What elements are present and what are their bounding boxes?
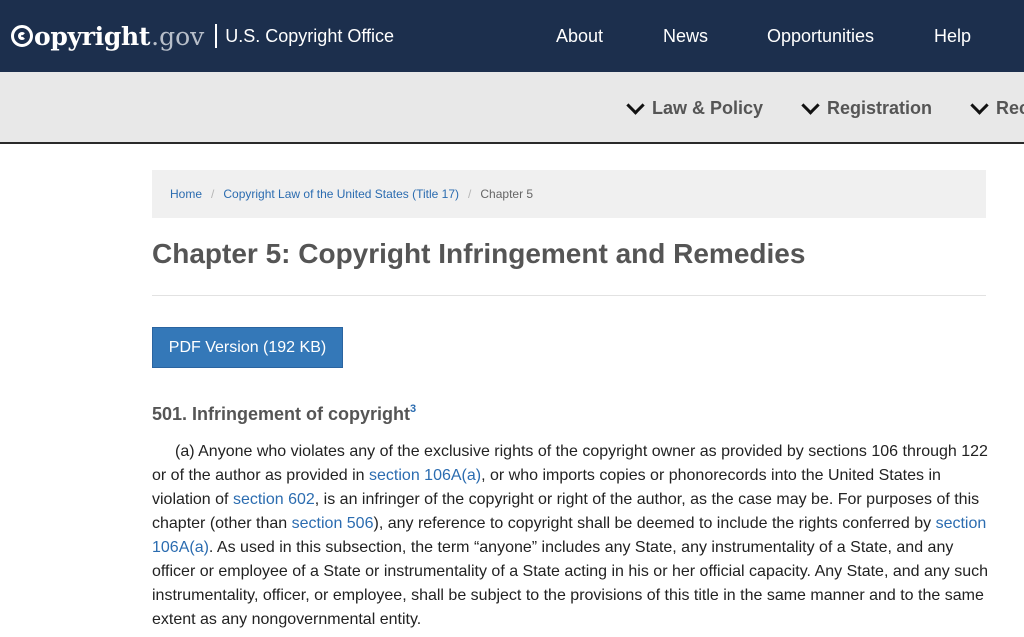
subnav-registration-label: Registration [827, 98, 933, 118]
office-name: U.S. Copyright Office [225, 25, 395, 46]
section-heading-text: 501. Infringement of copyright [152, 404, 411, 424]
chevron-down-icon [801, 96, 820, 115]
nav-help[interactable]: Help [934, 26, 971, 47]
nav-opportunities[interactable]: Opportunities [767, 26, 874, 47]
section-heading: 501. Infringement of copyright3 [152, 403, 416, 425]
copyright-c-icon [11, 24, 33, 47]
section-paragraph: (a) Anyone who violates any of the exclu… [152, 440, 988, 632]
logo-tld: .gov [151, 21, 205, 51]
breadcrumb-separator: / [468, 187, 472, 201]
copyright-logo-mark: opyright [11, 22, 150, 51]
nav-about[interactable]: About [556, 26, 603, 47]
secondary-nav: Law & Policy Registration Rec [0, 72, 1024, 144]
page-title: Chapter 5: Copyright Infringement and Re… [152, 238, 806, 269]
chevron-down-icon [626, 96, 645, 115]
logo-wordmark: opyright [34, 21, 151, 51]
nav-news[interactable]: News [663, 26, 708, 47]
section-506-link[interactable]: section 506 [292, 515, 374, 532]
footnote-link[interactable]: 3 [410, 403, 416, 415]
breadcrumb: Home / Copyright Law of the United State… [152, 170, 986, 218]
paragraph-text: ), any reference to copyright shall be d… [373, 515, 936, 532]
logo-divider [215, 24, 218, 48]
site-logo[interactable]: opyright .gov U.S. Copyright Office [11, 18, 394, 54]
chevron-down-icon [970, 96, 989, 115]
section-106a-link[interactable]: section 106A(a) [369, 467, 481, 484]
subnav-recordation-label: Rec [996, 98, 1024, 118]
title-divider [152, 295, 986, 296]
subnav-law-policy-label: Law & Policy [652, 98, 764, 118]
site-header: opyright .gov U.S. Copyright Office About… [0, 0, 1024, 72]
breadcrumb-current: Chapter 5 [480, 187, 534, 201]
breadcrumb-home[interactable]: Home [170, 187, 202, 201]
subnav-recordation[interactable]: Rec [970, 96, 1024, 119]
breadcrumb-separator: / [211, 187, 215, 201]
breadcrumb-title17[interactable]: Copyright Law of the United States (Titl… [223, 187, 459, 201]
section-602-link[interactable]: section 602 [233, 491, 315, 508]
pdf-version-button[interactable]: PDF Version (192 KB) [152, 327, 343, 368]
subnav-law-policy[interactable]: Law & Policy [626, 96, 764, 119]
subnav-registration[interactable]: Registration [801, 96, 933, 119]
paragraph-text: . As used in this subsection, the term “… [152, 539, 989, 628]
